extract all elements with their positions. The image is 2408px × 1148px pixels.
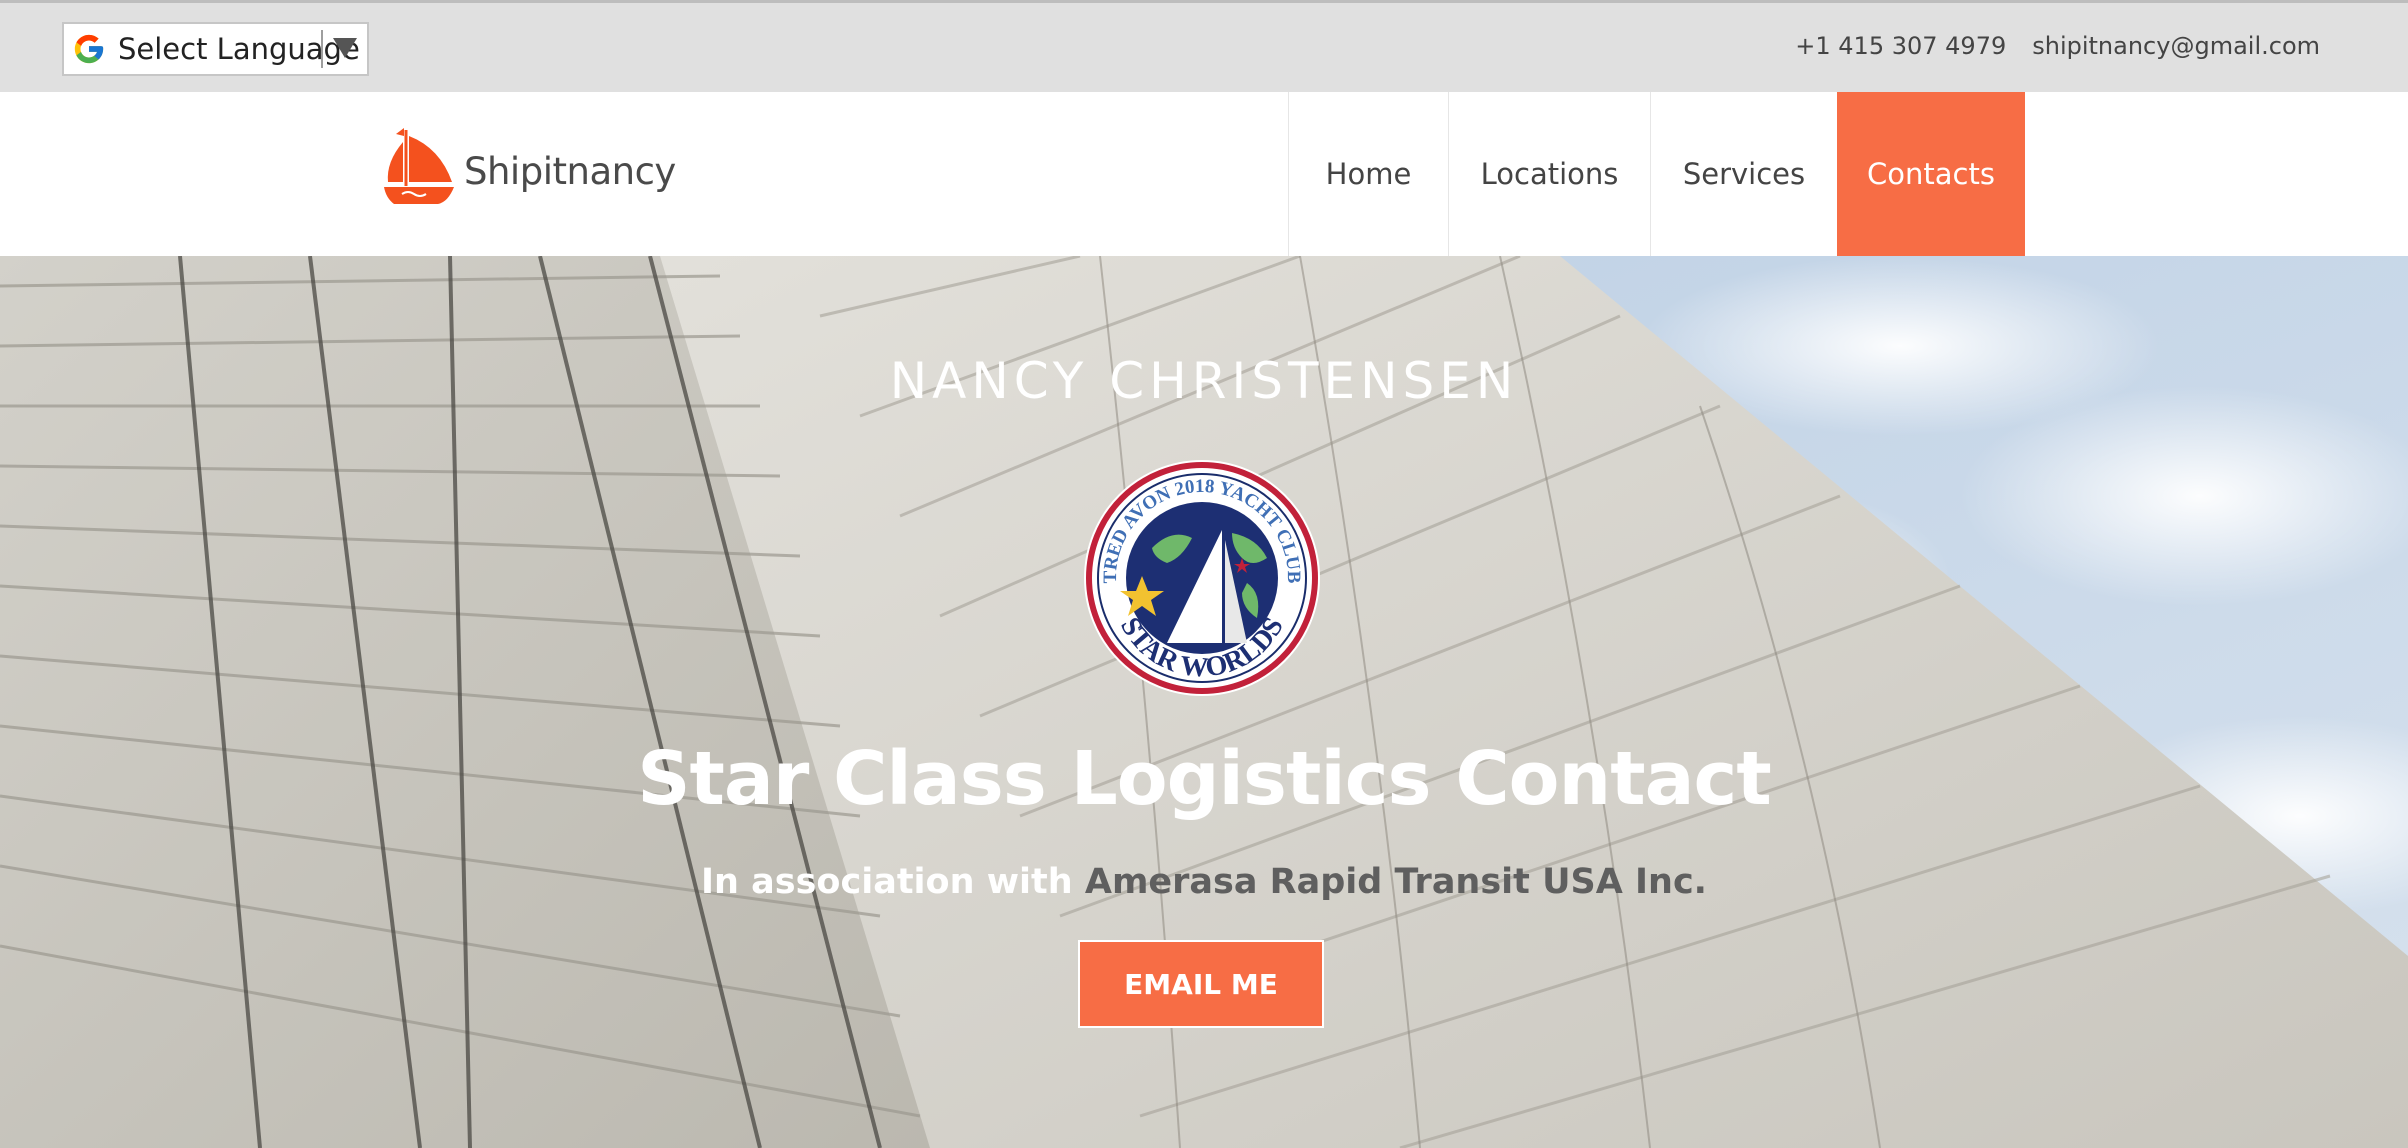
hero-title: Star Class Logistics Contact [637, 736, 1772, 822]
phone-number[interactable]: +1 415 307 4979 [1795, 32, 2006, 60]
nav-item-contacts[interactable]: Contacts [1837, 92, 2025, 256]
star-worlds-yacht-club-logo-icon: TRED AVON 2018 YACHT CLUB STAR WORLDS [1084, 460, 1320, 696]
nav-item-home[interactable]: Home [1288, 92, 1448, 256]
hero-name: NANCY CHRISTENSEN [889, 352, 1519, 410]
site-header: Shipitnancy Home Locations Services Cont… [0, 92, 2408, 256]
dropdown-arrow-icon [333, 38, 357, 58]
hero-subtitle: In association with Amerasa Rapid Transi… [0, 862, 2408, 902]
brand-name: Shipitnancy [464, 149, 676, 193]
hero-subtitle-company: Amerasa Rapid Transit USA Inc. [1084, 862, 1707, 902]
top-utility-bar: Select Language +1 415 307 4979 shipitna… [0, 0, 2408, 92]
language-select-label: Select Language [118, 32, 360, 66]
nav-item-locations[interactable]: Locations [1448, 92, 1650, 256]
google-g-icon [74, 34, 104, 64]
email-address[interactable]: shipitnancy@gmail.com [2032, 32, 2320, 60]
language-select[interactable]: Select Language [62, 22, 369, 76]
hero-subtitle-prefix: In association with [701, 862, 1073, 902]
sailboat-logo-icon [384, 128, 454, 204]
top-contact-info: +1 415 307 4979 shipitnancy@gmail.com [1795, 3, 2320, 89]
language-select-divider [321, 30, 323, 68]
email-me-button[interactable]: EMAIL ME [1078, 940, 1324, 1028]
nav-item-services[interactable]: Services [1650, 92, 1837, 256]
brand-logo[interactable]: Shipitnancy [382, 126, 676, 206]
main-navigation: Home Locations Services Contacts [1288, 92, 2025, 256]
hero-section: NANCY CHRISTENSEN TRED AVON 2018 YACHT C… [0, 256, 2408, 1148]
